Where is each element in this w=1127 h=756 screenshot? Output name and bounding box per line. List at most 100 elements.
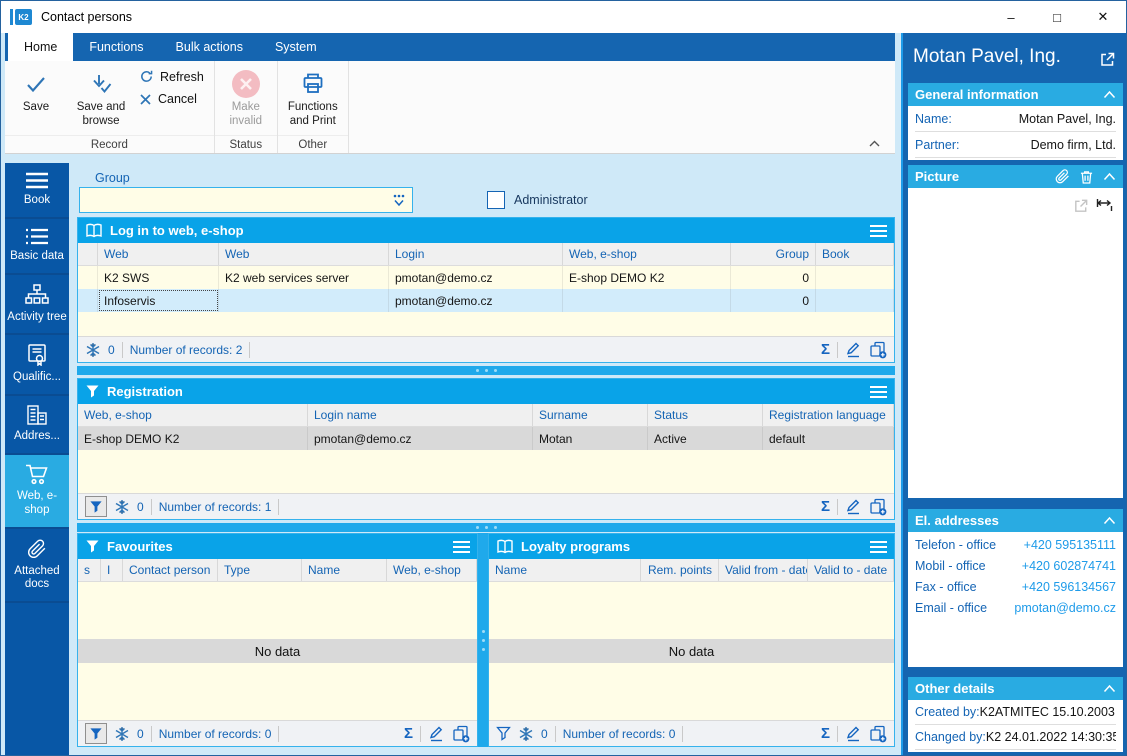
edit-pencil-icon[interactable] [845, 341, 862, 358]
sum-icon[interactable]: Σ [821, 342, 830, 357]
panel-menu-icon[interactable] [870, 225, 887, 237]
collapse-section-icon[interactable] [1103, 516, 1116, 525]
collapse-ribbon-icon[interactable] [868, 139, 881, 148]
copy-add-icon[interactable] [452, 725, 470, 743]
column-header[interactable]: Type [218, 559, 302, 581]
cell[interactable]: K2 web services server [219, 266, 389, 289]
cell[interactable] [816, 289, 894, 312]
column-header[interactable]: Name [489, 559, 641, 581]
phone-link[interactable]: +420 595135111 [1024, 538, 1116, 552]
collapse-section-icon[interactable] [1103, 90, 1116, 99]
cell[interactable]: default [763, 427, 894, 450]
tab-bulk-actions[interactable]: Bulk actions [160, 33, 259, 61]
filter-icon[interactable] [496, 726, 511, 741]
vertical-splitter[interactable] [478, 533, 488, 747]
cell[interactable]: pmotan@demo.cz [389, 266, 563, 289]
column-header[interactable]: Web [98, 243, 219, 265]
horizontal-splitter[interactable] [77, 366, 895, 375]
collapse-section-icon[interactable] [1103, 684, 1116, 693]
save-button[interactable]: Save [5, 61, 67, 135]
column-header[interactable]: Web, e-shop [563, 243, 731, 265]
column-header[interactable]: Login [389, 243, 563, 265]
attach-picture-icon[interactable] [1055, 169, 1070, 184]
column-header[interactable]: Web, e-shop [78, 404, 308, 426]
make-invalid-button[interactable]: Make invalid [215, 61, 277, 135]
column-header[interactable]: Book [816, 243, 894, 265]
open-record-icon[interactable] [1099, 51, 1116, 68]
snowflake-icon[interactable] [85, 342, 101, 358]
cell[interactable]: K2 SWS [98, 266, 219, 289]
sum-icon[interactable]: Σ [821, 499, 830, 514]
copy-add-icon[interactable] [869, 341, 887, 359]
cell[interactable]: Active [648, 427, 763, 450]
panel-menu-icon[interactable] [870, 541, 887, 553]
column-header[interactable]: Valid from - date [719, 559, 808, 581]
administrator-checkbox[interactable] [487, 191, 505, 209]
column-header[interactable]: Web, e-shop [387, 559, 477, 581]
minimize-button[interactable]: – [988, 1, 1034, 33]
horizontal-splitter[interactable] [77, 523, 895, 532]
column-header[interactable] [78, 243, 98, 265]
cell[interactable]: pmotan@demo.cz [389, 289, 563, 312]
phone-link[interactable]: +420 602874741 [1022, 559, 1116, 573]
column-header[interactable]: s [78, 559, 101, 581]
save-and-browse-button[interactable]: Save and browse [67, 61, 135, 135]
panel-menu-icon[interactable] [453, 541, 470, 553]
tab-functions[interactable]: Functions [73, 33, 159, 61]
field-value: K2ATMITEC 15.10.2003 ... [980, 705, 1116, 719]
column-header[interactable]: Surname [533, 404, 648, 426]
cell[interactable] [816, 266, 894, 289]
open-picture-icon[interactable] [1073, 198, 1089, 214]
group-combobox[interactable] [79, 187, 413, 213]
maximize-button[interactable]: □ [1034, 1, 1080, 33]
column-header[interactable]: Status [648, 404, 763, 426]
filter-toggle-icon[interactable] [85, 723, 107, 744]
column-header[interactable]: I [101, 559, 123, 581]
cell[interactable]: Motan [533, 427, 648, 450]
email-link[interactable]: pmotan@demo.cz [1014, 601, 1116, 615]
fax-link[interactable]: +420 596134567 [1022, 580, 1116, 594]
cancel-button[interactable]: Cancel [139, 92, 204, 106]
cell[interactable]: pmotan@demo.cz [308, 427, 533, 450]
snowflake-icon[interactable] [518, 726, 534, 742]
table-row-selected[interactable]: E-shop DEMO K2 pmotan@demo.cz Motan Acti… [78, 427, 894, 450]
edit-pencil-icon[interactable] [845, 725, 862, 742]
column-header[interactable]: Contact person [123, 559, 218, 581]
column-header[interactable]: Valid to - date [808, 559, 894, 581]
refresh-button[interactable]: Refresh [139, 69, 204, 84]
delete-picture-icon[interactable] [1080, 170, 1093, 184]
copy-add-icon[interactable] [869, 725, 887, 743]
cell[interactable]: E-shop DEMO K2 [78, 427, 308, 450]
sum-icon[interactable]: Σ [821, 726, 830, 741]
resize-picture-icon[interactable] [1096, 198, 1113, 212]
tab-home[interactable]: Home [8, 33, 73, 61]
functions-and-print-button[interactable]: Functions and Print [278, 61, 348, 135]
column-header[interactable]: Web [219, 243, 389, 265]
table-row[interactable]: K2 SWS K2 web services server pmotan@dem… [78, 266, 894, 289]
cell[interactable]: 0 [731, 266, 816, 289]
cell[interactable]: E-shop DEMO K2 [563, 266, 731, 289]
column-header[interactable]: Name [302, 559, 387, 581]
edit-pencil-icon[interactable] [845, 498, 862, 515]
collapse-section-icon[interactable] [1103, 172, 1116, 181]
snowflake-icon[interactable] [114, 726, 130, 742]
records-count: Number of records: 2 [130, 343, 243, 357]
tab-system[interactable]: System [259, 33, 333, 61]
column-header[interactable]: Rem. points [641, 559, 719, 581]
cell[interactable] [563, 289, 731, 312]
copy-add-icon[interactable] [869, 498, 887, 516]
cell[interactable]: 0 [731, 289, 816, 312]
panel-menu-icon[interactable] [870, 386, 887, 398]
table-row-selected[interactable]: Infoservis pmotan@demo.cz 0 [78, 289, 894, 312]
column-header[interactable]: Login name [308, 404, 533, 426]
group-dropdown-icon[interactable] [386, 188, 412, 212]
column-header[interactable]: Group [731, 243, 816, 265]
snowflake-icon[interactable] [114, 499, 130, 515]
column-header[interactable]: Registration language [763, 404, 894, 426]
edit-pencil-icon[interactable] [428, 725, 445, 742]
cell[interactable] [219, 289, 389, 312]
close-button[interactable]: ✕ [1080, 1, 1126, 33]
cell-focused[interactable]: Infoservis [98, 289, 219, 312]
filter-toggle-icon[interactable] [85, 496, 107, 517]
sum-icon[interactable]: Σ [404, 726, 413, 741]
